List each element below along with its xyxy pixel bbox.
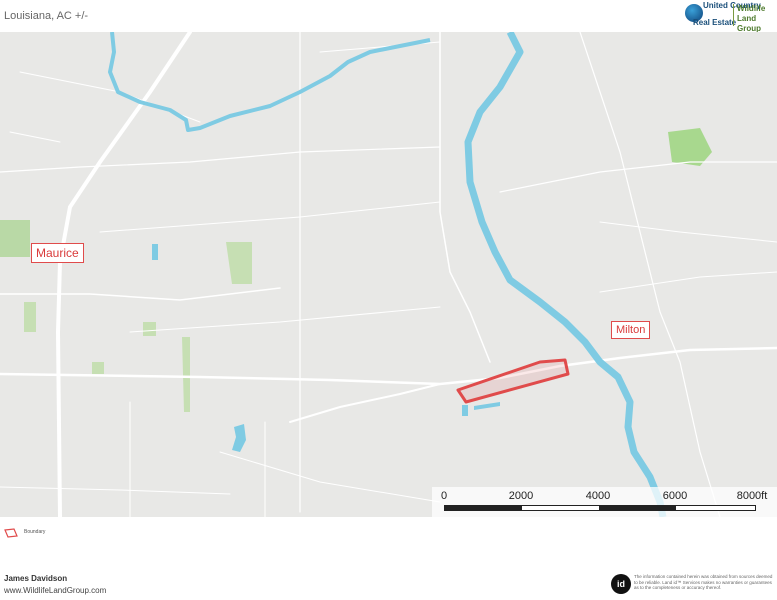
brand-wildlife-line2: Land Group: [737, 14, 761, 33]
legend: Boundary: [4, 527, 124, 541]
map-canvas[interactable]: Maurice Milton 0 2000 4000 6000 8000ft: [0, 32, 777, 517]
brand-wildlife: Wildlife Land Group: [737, 4, 775, 34]
brand-logo: United Country Real Estate Wildlife Land…: [685, 2, 775, 33]
town-label-maurice: Maurice: [31, 243, 84, 263]
brand-divider: [733, 4, 734, 26]
disclaimer-text: The information contained herein was obt…: [634, 574, 773, 590]
park-area: [92, 362, 104, 374]
scale-tick: 2000: [508, 490, 534, 502]
road: [0, 146, 441, 173]
road: [19, 71, 201, 123]
map-graphics: [0, 32, 777, 517]
road: [579, 32, 721, 517]
landid-logo: id: [611, 574, 631, 594]
park-area: [143, 322, 156, 336]
road: [9, 131, 61, 143]
scale-tick: 6000: [662, 490, 688, 502]
brand-wildlife-line1: Wildlife: [737, 4, 766, 13]
pond: [232, 424, 246, 452]
road: [0, 287, 281, 301]
vermilion-river: [464, 32, 667, 517]
brand-real-estate: Real Estate: [693, 18, 737, 27]
scale-tick: 0: [440, 490, 448, 502]
road: [499, 161, 777, 193]
highway: [55, 32, 192, 517]
agent-name: James Davidson: [4, 574, 68, 583]
boundary-polygon-icon: [4, 528, 18, 538]
road: [599, 271, 777, 293]
pond: [474, 402, 500, 410]
park-area: [182, 337, 190, 412]
park-area: [24, 302, 36, 332]
road: [219, 451, 441, 503]
legend-label-boundary: Boundary: [24, 529, 46, 535]
road: [0, 486, 231, 495]
town-label-milton: Milton: [611, 321, 651, 339]
header: Louisiana, AC +/- United Country Real Es…: [0, 0, 777, 33]
pond: [462, 405, 468, 416]
scale-bar: 0 2000 4000 6000 8000ft: [432, 487, 777, 517]
road-network: [0, 32, 777, 517]
road: [99, 201, 441, 233]
park-area: [226, 242, 252, 284]
scale-tick: 4000: [585, 490, 611, 502]
pond: [152, 244, 158, 260]
scale-line: [444, 505, 756, 511]
road: [129, 306, 441, 333]
map-title: Louisiana, AC +/-: [4, 10, 89, 22]
road: [0, 346, 777, 386]
road: [289, 383, 441, 423]
road: [599, 221, 777, 243]
park-area: [668, 128, 712, 166]
park-area: [0, 220, 30, 257]
scale-tick: 8000ft: [736, 490, 768, 502]
website-link[interactable]: www.WildlifeLandGroup.com: [4, 586, 106, 595]
road: [439, 32, 491, 363]
